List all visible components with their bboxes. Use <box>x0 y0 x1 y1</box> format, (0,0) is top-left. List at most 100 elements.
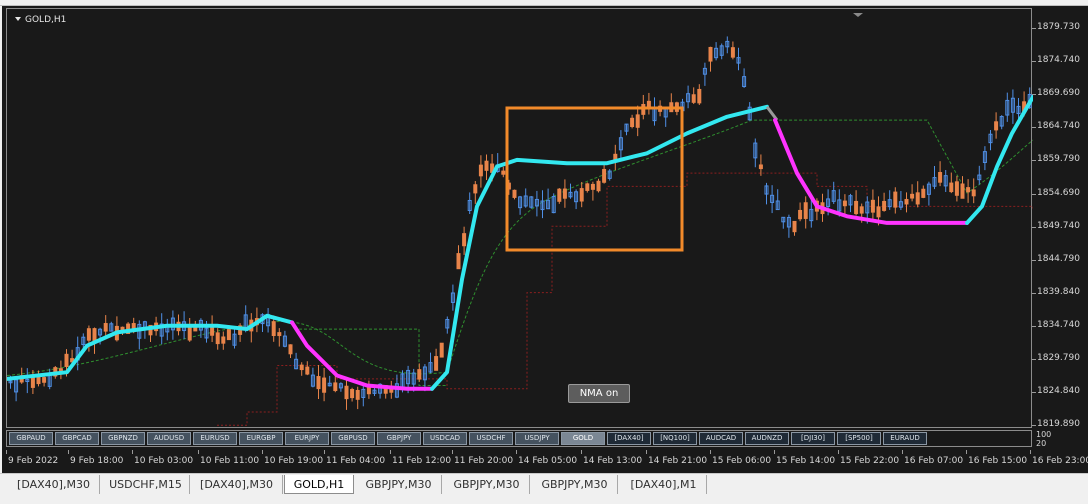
volume-axis: 100 20 <box>1036 430 1086 448</box>
time-label: 16 Feb 07:00 <box>904 456 964 466</box>
candle-body <box>226 329 231 341</box>
candle-body <box>803 202 808 219</box>
nma-line-up <box>965 94 1033 225</box>
price-label: 1859.790 <box>1037 154 1080 165</box>
candle-body <box>333 382 338 392</box>
candle-body <box>456 253 461 270</box>
time-tick <box>262 450 263 454</box>
candle-body <box>730 47 735 58</box>
price-tick <box>1032 226 1036 228</box>
symbol-button-nq100[interactable]: [NQ100] <box>653 432 697 445</box>
time-label: 10 Feb 19:00 <box>264 456 324 466</box>
candle-body <box>921 188 926 198</box>
chart-tab-7[interactable]: [DAX40],M1 <box>621 475 707 494</box>
time-label: 11 Feb 12:00 <box>392 456 452 466</box>
candle-body <box>870 199 875 213</box>
symbol-button-usdchf[interactable]: USDCHF <box>469 432 513 445</box>
price-tick <box>1032 292 1036 294</box>
candle-body <box>882 200 887 211</box>
symbol-button-dax40[interactable]: [DAX40] <box>607 432 651 445</box>
symbol-button-sp500[interactable]: [SP500] <box>837 432 881 445</box>
price-tick <box>1032 325 1036 327</box>
chart-tab-bar: [DAX40],M30 USDCHF,M15 [DAX40],M30 GOLD,H1 G… <box>0 473 1088 504</box>
time-label: 9 Feb 18:00 <box>70 456 124 466</box>
candle-body <box>859 206 864 214</box>
symbol-button-dji30[interactable]: [DJI30] <box>791 432 835 445</box>
chart-tab-6[interactable]: GBPJPY,M30 <box>532 475 618 494</box>
price-label: 1879.730 <box>1037 22 1080 32</box>
time-label: 10 Feb 03:00 <box>134 456 194 466</box>
candle-body <box>221 336 226 344</box>
time-tick <box>1030 450 1031 454</box>
candle-body <box>316 376 321 390</box>
symbol-button-usdjpy[interactable]: USDJPY <box>515 432 559 445</box>
candle-body <box>691 94 696 103</box>
candle-body <box>910 193 915 199</box>
candle-body <box>344 385 349 400</box>
symbol-button-usdcad[interactable]: USDCAD <box>423 432 467 445</box>
symbol-button-gbpnzd[interactable]: GBPNZD <box>101 432 145 445</box>
candle-body <box>277 332 282 337</box>
time-label: 11 Feb 20:00 <box>454 456 514 466</box>
candle-body <box>215 332 220 345</box>
symbol-button-gbpaud[interactable]: GBPAUD <box>9 432 53 445</box>
symbol-button-bar: GBPAUD GBPCAD GBPNZD AUDUSD EURUSD EURGBP EURJ… <box>6 430 1032 447</box>
price-label: 1864.740 <box>1037 121 1080 132</box>
chart-tab-0[interactable]: [DAX40],M30 <box>8 475 100 494</box>
nma-toggle-button[interactable]: NMA on <box>568 384 630 403</box>
candle-body <box>596 180 601 192</box>
chart-tab-4[interactable]: GBPJPY,M30 <box>356 475 442 494</box>
candle-body <box>842 200 847 207</box>
nma-line-up <box>430 104 769 391</box>
price-tick <box>1032 359 1036 360</box>
time-axis[interactable]: 9 Feb 2022 9 Feb 18:00 10 Feb 03:00 10 Feb … <box>6 450 1088 472</box>
time-tick <box>516 450 517 454</box>
candle-body <box>417 369 422 380</box>
candle-body <box>590 183 595 190</box>
symbol-button-gbpjpy[interactable]: GBPJPY <box>377 432 421 445</box>
candle-body <box>893 191 898 208</box>
candle-body <box>697 88 702 104</box>
chart-tab-1[interactable]: USDCHF,M15 <box>102 475 190 494</box>
symbol-button-gbpcad[interactable]: GBPCAD <box>55 432 99 445</box>
dropdown-triangle-icon[interactable] <box>15 17 21 21</box>
price-tick <box>1032 61 1036 63</box>
time-tick <box>324 450 325 454</box>
candle-body <box>305 366 310 375</box>
time-tick <box>390 450 391 454</box>
price-chart-area[interactable]: GOLD,H1 NMA on <box>6 8 1033 428</box>
candle-body <box>579 188 584 202</box>
symbol-button-euraud[interactable]: EURAUD <box>883 432 927 445</box>
price-axis[interactable]: 1879.730 1874.740 1869.690 1864.740 1859.790… <box>1032 8 1088 429</box>
candle-body <box>971 189 976 197</box>
time-label: 15 Feb 06:00 <box>712 456 772 466</box>
price-tick <box>1032 392 1036 394</box>
symbol-button-audcad[interactable]: AUDCAD <box>699 432 743 445</box>
symbol-button-audusd[interactable]: AUDUSD <box>147 432 191 445</box>
symbol-button-eurjpy[interactable]: EURJPY <box>285 432 329 445</box>
candle-body <box>966 187 971 193</box>
time-tick <box>646 450 647 454</box>
candle-body <box>854 200 859 215</box>
symbol-button-eurgbp[interactable]: EURGBP <box>239 432 283 445</box>
candle-body <box>557 188 562 202</box>
candle-body <box>473 184 478 194</box>
chart-tab-2[interactable]: [DAX40],M30 <box>191 475 283 494</box>
time-label: 16 Feb 23:00 <box>1032 456 1088 466</box>
symbol-button-gold[interactable]: GOLD <box>561 432 605 445</box>
symbol-button-eurusd[interactable]: EURUSD <box>193 432 237 445</box>
nma-line-transition <box>765 105 779 121</box>
price-tick <box>1032 425 1036 427</box>
symbol-button-audnzd[interactable]: AUDNZD <box>745 432 789 445</box>
candle-body <box>915 192 920 205</box>
symbol-button-gbpusd[interactable]: GBPUSD <box>331 432 375 445</box>
candle-body <box>949 182 954 193</box>
price-tick <box>1032 259 1036 261</box>
chart-tab-3[interactable]: GOLD,H1 <box>284 475 354 494</box>
chart-tab-5[interactable]: GBPJPY,M30 <box>444 475 530 494</box>
chart-window[interactable]: GOLD,H1 NMA on 1879.730 1874.740 1869.690 1… <box>2 6 1088 473</box>
candle-body <box>322 377 327 393</box>
candle-body <box>512 189 517 198</box>
candle-body <box>439 342 444 358</box>
time-label: 14 Feb 05:00 <box>518 456 578 466</box>
